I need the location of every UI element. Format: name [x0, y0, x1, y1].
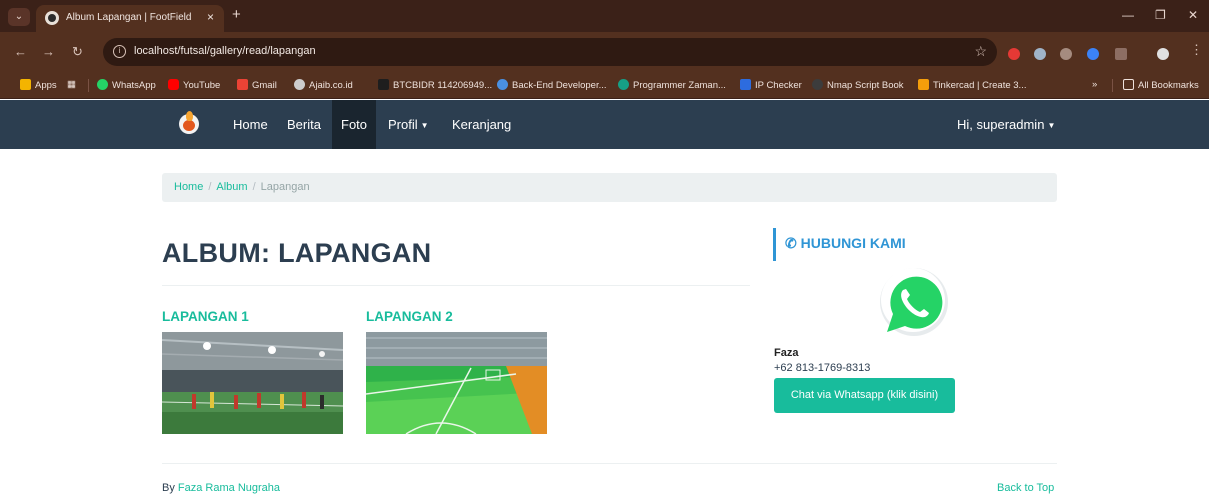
folder-icon	[1123, 79, 1134, 90]
bookmark-star-icon[interactable]: ☆	[974, 43, 987, 60]
breadcrumb: Home / Album / Lapangan	[162, 173, 1057, 202]
site-navbar: Home Berita Foto Profil ▼ Keranjang Hi, s…	[0, 100, 1209, 149]
sidebar-heading: ✆ HUBUNGI KAMI	[773, 228, 906, 261]
browser-tab-strip: ⌄ Album Lapangan | FootField × + — ❐ ✕	[0, 0, 1209, 32]
bookmarks-overflow-icon[interactable]: »	[1092, 79, 1097, 93]
extensions-puzzle-icon[interactable]	[1115, 48, 1127, 60]
chat-whatsapp-button[interactable]: Chat via Whatsapp (klik disini)	[774, 378, 955, 413]
bookmark-apps[interactable]: Apps	[20, 79, 57, 93]
tradingview-icon	[378, 79, 389, 90]
youtube-icon	[168, 79, 179, 90]
site-logo-icon[interactable]	[179, 111, 199, 134]
tab-title: Album Lapangan | FootField	[66, 12, 192, 23]
photo-title[interactable]: LAPANGAN 1	[162, 309, 343, 324]
photo-thumbnail-lapangan-2[interactable]	[366, 332, 547, 434]
phone-icon: ✆	[785, 235, 797, 251]
profile-avatar[interactable]	[1157, 48, 1169, 60]
footer-author-link[interactable]: Faza Rama Nugraha	[178, 482, 280, 494]
nav-home[interactable]: Home	[224, 100, 277, 149]
bookmark-divider	[1112, 79, 1113, 92]
extension-icon[interactable]	[1087, 48, 1099, 60]
bookmark-programmer[interactable]: Programmer Zaman...	[618, 79, 726, 93]
restore-icon[interactable]: ❐	[1155, 8, 1166, 22]
address-bar-row: ← → ↻ i localhost/futsal/gallery/read/la…	[0, 32, 1209, 72]
browser-menu-icon[interactable]: ⋮	[1190, 42, 1203, 58]
bookmark-backend[interactable]: Back-End Developer...	[497, 79, 607, 93]
bookmark-site-icon	[618, 79, 629, 90]
contact-name: Faza	[774, 347, 799, 359]
photo-title[interactable]: LAPANGAN 2	[366, 309, 547, 324]
back-arrow-icon[interactable]: ←	[14, 44, 27, 59]
tinkercad-icon	[918, 79, 929, 90]
apps-grid-icon	[20, 79, 31, 90]
extension-icon[interactable]	[1034, 48, 1046, 60]
bookmark-site-icon	[497, 79, 508, 90]
globe-icon	[294, 79, 305, 90]
bookmark-gmail[interactable]: Gmail	[237, 79, 277, 93]
bookmark-ip-checker[interactable]: IP Checker	[740, 79, 802, 93]
breadcrumb-separator: /	[208, 181, 212, 193]
bookmark-youtube[interactable]: YouTube	[168, 79, 220, 93]
whatsapp-logo-icon	[875, 266, 955, 346]
tab-groups-icon[interactable]: ▦	[67, 79, 76, 93]
breadcrumb-home[interactable]: Home	[174, 181, 203, 193]
photo-card[interactable]: LAPANGAN 2	[366, 309, 547, 434]
browser-tab-active[interactable]: Album Lapangan | FootField ×	[36, 5, 224, 32]
title-divider	[162, 285, 750, 286]
footer-divider	[162, 463, 1057, 464]
whatsapp-icon	[97, 79, 108, 90]
bookmarks-bar: Apps ▦ WhatsApp YouTube Gmail Ajaib.co.i…	[0, 72, 1209, 99]
new-tab-icon[interactable]: +	[232, 6, 241, 23]
nav-berita[interactable]: Berita	[278, 100, 330, 149]
reload-icon[interactable]: ↻	[72, 44, 83, 60]
photo-thumbnail-lapangan-1[interactable]	[162, 332, 343, 434]
eye-icon	[812, 79, 823, 90]
minimize-icon[interactable]: —	[1122, 8, 1134, 22]
caret-down-icon: ▼	[1047, 121, 1056, 130]
tab-search-icon[interactable]: ⌄	[8, 8, 30, 26]
page-title: ALBUM: LAPANGAN	[162, 238, 432, 268]
bookmark-nmap[interactable]: Nmap Script Book	[812, 79, 904, 93]
extension-icon[interactable]	[1060, 48, 1072, 60]
user-menu-dropdown[interactable]: Hi, superadmin ▼	[948, 100, 1064, 149]
nav-foto[interactable]: Foto	[332, 100, 377, 149]
photo-card[interactable]: LAPANGAN 1	[162, 309, 343, 434]
all-bookmarks[interactable]: All Bookmarks	[1123, 79, 1199, 93]
address-bar[interactable]: i localhost/futsal/gallery/read/lapangan…	[103, 38, 997, 66]
breadcrumb-separator: /	[252, 181, 256, 193]
site-info-icon[interactable]: i	[113, 45, 126, 58]
close-icon[interactable]: ×	[207, 10, 214, 24]
footer-credit: By Faza Rama Nugraha	[162, 482, 281, 494]
contact-phone: +62 813-1769-8313	[774, 362, 871, 374]
caret-down-icon: ▼	[420, 121, 429, 130]
bookmark-divider	[88, 79, 89, 92]
bookmark-btcbidr[interactable]: BTCBIDR 114206949...	[378, 79, 492, 93]
bookmark-ajaib[interactable]: Ajaib.co.id	[294, 79, 353, 93]
breadcrumb-current: Lapangan	[260, 181, 310, 193]
bookmark-whatsapp[interactable]: WhatsApp	[97, 79, 156, 93]
bookmark-tinkercad[interactable]: Tinkercad | Create 3...	[918, 79, 1026, 93]
breadcrumb-album[interactable]: Album	[216, 181, 247, 193]
forward-arrow-icon[interactable]: →	[42, 44, 55, 59]
gmail-icon	[237, 79, 248, 90]
soccer-ball-icon	[45, 11, 59, 25]
extension-icon[interactable]	[1008, 48, 1020, 60]
ip-icon	[740, 79, 751, 90]
nav-profil-dropdown[interactable]: Profil ▼	[379, 100, 438, 149]
nav-keranjang[interactable]: Keranjang	[443, 100, 520, 149]
window-close-icon[interactable]: ✕	[1188, 8, 1198, 22]
address-bar-text[interactable]: localhost/futsal/gallery/read/lapangan	[134, 45, 316, 57]
back-to-top-link[interactable]: Back to Top	[997, 482, 1054, 494]
